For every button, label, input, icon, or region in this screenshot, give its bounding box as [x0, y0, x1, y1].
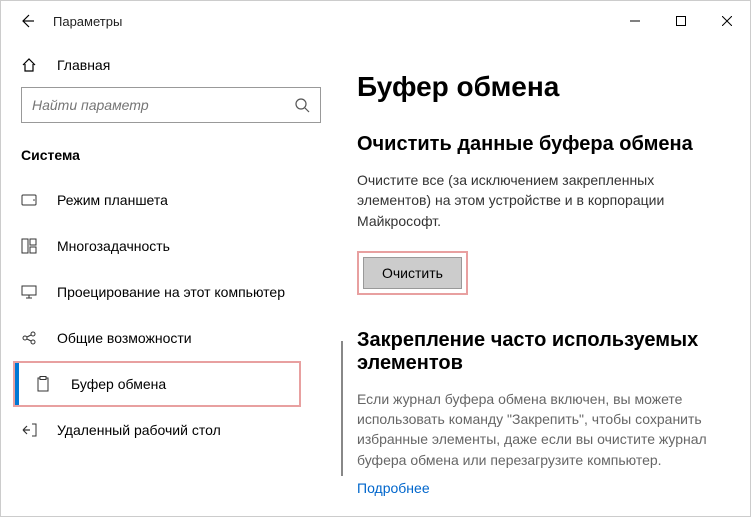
sidebar-item-label: Многозадачность: [57, 238, 170, 254]
pin-heading: Закрепление часто используемых элементов: [357, 329, 726, 375]
minimize-button[interactable]: [612, 1, 658, 41]
close-icon: [722, 16, 732, 26]
sidebar: Главная Система Режим планшета Многозада…: [1, 41, 341, 516]
sidebar-item-clipboard[interactable]: Буфер обмена: [15, 363, 299, 405]
back-button[interactable]: [17, 11, 37, 31]
sidebar-item-label: Проецирование на этот компьютер: [57, 284, 285, 300]
highlight-clipboard: Буфер обмена: [13, 361, 301, 407]
sidebar-item-multitasking[interactable]: Многозадачность: [1, 223, 341, 269]
content: Буфер обмена Очистить данные буфера обме…: [341, 41, 750, 516]
window-title: Параметры: [53, 14, 122, 29]
scrollbar-indicator[interactable]: [341, 341, 343, 476]
sidebar-item-tablet-mode[interactable]: Режим планшета: [1, 177, 341, 223]
highlight-clear-button: Очистить: [357, 251, 468, 295]
home-label: Главная: [57, 57, 110, 73]
sidebar-item-label: Общие возможности: [57, 330, 192, 346]
learn-more-link[interactable]: Подробнее: [357, 480, 430, 496]
close-button[interactable]: [704, 1, 750, 41]
body: Главная Система Режим планшета Многозада…: [1, 41, 750, 516]
pin-description: Если журнал буфера обмена включен, вы мо…: [357, 389, 726, 470]
sidebar-item-label: Удаленный рабочий стол: [57, 422, 221, 438]
clear-button[interactable]: Очистить: [363, 257, 462, 289]
page-title: Буфер обмена: [357, 71, 726, 103]
sidebar-item-label: Буфер обмена: [71, 376, 166, 392]
home-link[interactable]: Главная: [1, 49, 341, 87]
sidebar-item-shared[interactable]: Общие возможности: [1, 315, 341, 361]
home-icon: [21, 57, 39, 73]
sidebar-item-remote-desktop[interactable]: Удаленный рабочий стол: [1, 407, 341, 453]
search-box[interactable]: [21, 87, 321, 123]
window-controls: [612, 1, 750, 41]
search-icon: [294, 97, 310, 113]
arrow-left-icon: [19, 13, 35, 29]
pin-section: Закрепление часто используемых элементов…: [357, 329, 726, 496]
titlebar: Параметры: [1, 1, 750, 41]
tablet-icon: [21, 192, 39, 208]
remote-icon: [21, 422, 39, 438]
clear-description: Очистите все (за исключением закрепленны…: [357, 170, 726, 231]
settings-window: Параметры Главная С: [0, 0, 751, 517]
sidebar-item-projecting[interactable]: Проецирование на этот компьютер: [1, 269, 341, 315]
search-wrap: [1, 87, 341, 141]
clipboard-icon: [35, 376, 53, 392]
section-title: Система: [1, 141, 341, 177]
share-icon: [21, 330, 39, 346]
clear-heading: Очистить данные буфера обмена: [357, 133, 726, 156]
maximize-icon: [676, 16, 686, 26]
minimize-icon: [630, 16, 640, 26]
project-icon: [21, 284, 39, 300]
sidebar-item-label: Режим планшета: [57, 192, 168, 208]
maximize-button[interactable]: [658, 1, 704, 41]
search-input[interactable]: [32, 97, 294, 113]
multitask-icon: [21, 238, 39, 254]
